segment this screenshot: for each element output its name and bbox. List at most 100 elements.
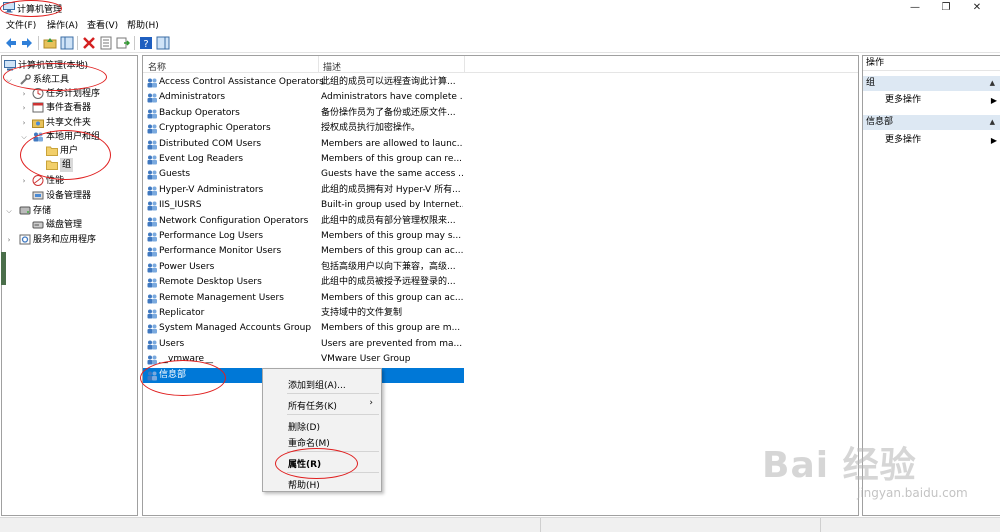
minimize-button[interactable]: — [900, 0, 930, 16]
tree-item[interactable]: 组 [2, 158, 137, 172]
watermark-url: jingyan.baidu.com [857, 486, 968, 500]
collapse-arrow-icon[interactable]: › [20, 87, 28, 101]
submenu-arrow-icon: ▶ [990, 96, 997, 105]
table-row[interactable]: Power Users 包括高级用户以向下兼容，高级... [143, 260, 464, 275]
collapse-arrow-icon[interactable]: › [5, 233, 13, 247]
ctx-rename[interactable]: 重命名(M) [288, 436, 330, 449]
ctx-help[interactable]: 帮助(H) [288, 478, 320, 491]
group-icon [147, 324, 157, 334]
show-action-pane-icon[interactable] [156, 36, 170, 50]
ctx-add-to-group[interactable]: 添加到组(A)... [288, 378, 346, 391]
collapse-up-icon[interactable]: ▲ [990, 76, 995, 91]
up-folder-icon[interactable] [43, 36, 57, 50]
tree-item[interactable]: › 任务计划程序 [2, 87, 137, 101]
menu-action[interactable]: 操作(A) [47, 18, 78, 31]
collapse-arrow-icon[interactable]: › [20, 174, 28, 188]
tree-item[interactable]: 用户 [2, 144, 137, 158]
back-icon[interactable] [4, 36, 18, 50]
group-name: Cryptographic Operators [159, 123, 271, 134]
table-row[interactable]: Performance Log Users Members of this gro… [143, 229, 464, 244]
export-list-icon[interactable] [116, 36, 130, 50]
watermark-brand: Bai 经验 [762, 445, 917, 486]
group-description: 此组中的成员有部分管理权限来... [321, 215, 456, 226]
group-name: Administrators [159, 92, 226, 103]
navigation-tree: 计算机管理(本地) ⌵ 系统工具 › 任务计划程序 › 事件查看器 › 共享文件夹 ⌵ 本地用户和组… [1, 55, 138, 516]
tree-scroll-indicator[interactable] [1, 252, 6, 285]
action-more-actions[interactable]: 更多操作 ▶ [863, 93, 1000, 108]
submenu-arrow-icon: › [369, 398, 373, 408]
help-icon[interactable]: ? [139, 36, 153, 50]
collapse-up-icon[interactable]: ▲ [990, 115, 995, 130]
action-more-actions[interactable]: 更多操作 ▶ [863, 133, 1000, 148]
clock-icon [32, 88, 44, 99]
group-description: 此组的成员拥有对 Hyper-V 所有... [321, 184, 461, 195]
menu-file[interactable]: 文件(F) [6, 18, 36, 31]
status-segment [820, 518, 821, 532]
expand-arrow-icon[interactable]: ⌵ [5, 73, 13, 87]
ctx-all-tasks[interactable]: 所有任务(K) [288, 399, 337, 412]
menu-help[interactable]: 帮助(H) [127, 18, 159, 31]
tree-item[interactable]: ⌵ 系统工具 [2, 73, 137, 87]
table-row[interactable]: Backup Operators 备份操作员为了备份或还原文件... [143, 106, 464, 121]
close-button[interactable]: ✕ [962, 0, 992, 16]
collapse-arrow-icon[interactable]: › [20, 101, 28, 115]
forward-icon[interactable] [20, 36, 34, 50]
tree-item[interactable]: 计算机管理(本地) [2, 59, 137, 73]
table-row[interactable]: Cryptographic Operators 授权成员执行加密操作。 [143, 121, 464, 136]
ctx-properties[interactable]: 属性(R) [288, 457, 321, 470]
group-name: Users [159, 338, 185, 349]
action-section-group[interactable]: 组 ▲ [863, 76, 1000, 91]
expand-arrow-icon[interactable]: ⌵ [20, 130, 28, 144]
table-row[interactable]: Administrators Administrators have comple… [143, 90, 464, 105]
tree-item[interactable]: › 服务和应用程序 [2, 233, 137, 247]
tree-item[interactable]: › 事件查看器 [2, 101, 137, 115]
action-section-selected[interactable]: 信息部 ▲ [863, 115, 1000, 130]
action-item-label: 更多操作 [885, 135, 922, 145]
group-icon [147, 124, 157, 134]
group-icon [147, 278, 157, 288]
action-item-label: 更多操作 [885, 95, 922, 105]
tree-item[interactable]: 设备管理器 [2, 189, 137, 203]
show-hide-tree-icon[interactable] [60, 36, 74, 50]
tree-item-label: 系统工具 [33, 75, 70, 85]
computer-management-icon [3, 2, 15, 13]
table-row[interactable]: Replicator 支持域中的文件复制 [143, 306, 464, 321]
ctx-delete[interactable]: 删除(D) [288, 420, 320, 433]
table-row[interactable]: Remote Management Users Members of this g… [143, 291, 464, 306]
group-icon [147, 78, 157, 88]
tree-item[interactable]: 磁盘管理 [2, 218, 137, 232]
group-name: 信息部 [159, 369, 187, 380]
table-row[interactable]: Users Users are prevented from ma... [143, 337, 464, 352]
table-row[interactable]: System Managed Accounts Group Members of … [143, 321, 464, 336]
group-description: Members of this group are m... [321, 323, 461, 334]
storage-icon [19, 206, 31, 215]
expand-arrow-icon[interactable]: ⌵ [5, 204, 13, 218]
table-row[interactable]: Distributed COM Users Members are allowed… [143, 137, 464, 152]
table-row[interactable]: Access Control Assistance Operators 此组的成员… [143, 75, 464, 90]
group-icon [147, 309, 157, 319]
properties-icon[interactable] [99, 36, 113, 50]
table-row[interactable]: Hyper-V Administrators 此组的成员拥有对 Hyper-V 所… [143, 183, 464, 198]
tree-item[interactable]: ⌵ 本地用户和组 [2, 130, 137, 144]
tree-item[interactable]: ⌵ 存储 [2, 204, 137, 218]
table-row[interactable]: Remote Desktop Users 此组中的成员被授予远程登录的... [143, 275, 464, 290]
tree-item[interactable]: › 共享文件夹 [2, 116, 137, 130]
group-description: Members of this group can ac... [321, 246, 463, 257]
maximize-button[interactable]: ❐ [931, 0, 961, 16]
delete-icon[interactable] [82, 36, 96, 50]
table-row[interactable]: IIS_IUSRS Built-in group used by Internet… [143, 198, 464, 213]
tree-item-label: 共享文件夹 [46, 118, 92, 128]
group-description: Members of this group can re... [321, 154, 463, 164]
table-row[interactable]: Event Log Readers Members of this group c… [143, 152, 464, 167]
menu-view[interactable]: 查看(V) [87, 18, 118, 31]
column-header-name[interactable]: 名称 [148, 60, 166, 73]
collapse-arrow-icon[interactable]: › [20, 116, 28, 130]
table-row[interactable]: Performance Monitor Users Members of this… [143, 244, 464, 259]
tree-item[interactable]: › 性能 [2, 174, 137, 188]
group-description: Guests have the same access ... [321, 169, 463, 180]
table-row[interactable]: Network Configuration Operators 此组中的成员有部分… [143, 214, 464, 229]
column-header-description[interactable]: 描述 [323, 60, 341, 73]
table-row[interactable]: __vmware__ VMware User Group [143, 352, 464, 367]
table-row[interactable]: Guests Guests have the same access ... [143, 167, 464, 182]
performance-icon [32, 175, 44, 186]
